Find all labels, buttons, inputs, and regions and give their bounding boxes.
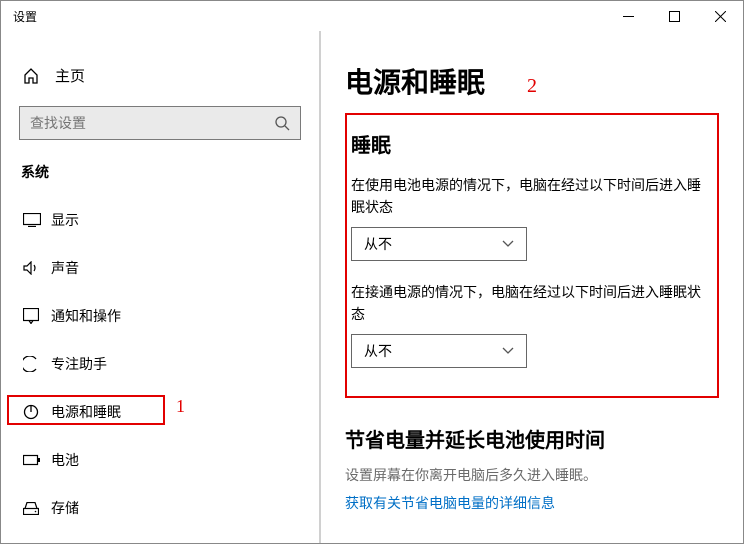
minimize-button[interactable] (605, 1, 651, 31)
desc-battery: 在使用电池电源的情况下，电脑在经过以下时间后进入睡眠状态 (351, 174, 705, 219)
sidebar-item-battery[interactable]: 电池 (1, 436, 319, 484)
save-power-subtext: 设置屏幕在你离开电脑后多久进入睡眠。 (345, 465, 719, 485)
dropdown-value: 从不 (364, 341, 392, 361)
maximize-button[interactable] (651, 1, 697, 31)
power-icon (23, 404, 51, 420)
sidebar: 主页 系统 显示 声音 通知和操作 (1, 31, 321, 543)
window-title: 设置 (13, 8, 37, 25)
search-icon (275, 116, 290, 131)
sidebar-item-power-sleep[interactable]: 电源和睡眠 (1, 388, 319, 436)
sidebar-item-focus[interactable]: 专注助手 (1, 340, 319, 388)
dropdown-battery-sleep[interactable]: 从不 (351, 227, 527, 261)
storage-icon (23, 502, 51, 515)
highlighted-section: 睡眠 在使用电池电源的情况下，电脑在经过以下时间后进入睡眠状态 从不 在接通电源… (345, 113, 719, 398)
sound-icon (23, 261, 51, 275)
sidebar-item-label: 专注助手 (51, 354, 107, 374)
search-field[interactable] (30, 115, 275, 131)
sidebar-item-sound[interactable]: 声音 (1, 244, 319, 292)
content-area: 电源和睡眠 2 睡眠 在使用电池电源的情况下，电脑在经过以下时间后进入睡眠状态 … (321, 31, 743, 543)
battery-icon (23, 454, 51, 466)
sidebar-group-label: 系统 (1, 158, 319, 196)
section-title-sleep: 睡眠 (351, 129, 705, 158)
sidebar-item-storage[interactable]: 存储 (1, 484, 319, 532)
home-icon (23, 68, 39, 84)
notifications-icon (23, 308, 51, 324)
search-input[interactable] (19, 106, 301, 140)
section-title-save-power: 节省电量并延长电池使用时间 (345, 424, 719, 453)
close-button[interactable] (697, 1, 743, 31)
chevron-down-icon (502, 347, 514, 355)
annotation-2: 2 (527, 75, 537, 98)
sidebar-item-label: 电池 (51, 450, 79, 470)
sidebar-item-notifications[interactable]: 通知和操作 (1, 292, 319, 340)
sidebar-item-display[interactable]: 显示 (1, 196, 319, 244)
sidebar-item-label: 声音 (51, 258, 79, 278)
sidebar-home[interactable]: 主页 (1, 53, 319, 98)
chevron-down-icon (502, 240, 514, 248)
dropdown-plugged-sleep[interactable]: 从不 (351, 334, 527, 368)
sidebar-item-label: 通知和操作 (51, 306, 121, 326)
sidebar-item-label: 显示 (51, 210, 79, 230)
titlebar: 设置 (1, 1, 743, 31)
desc-plugged: 在接通电源的情况下，电脑在经过以下时间后进入睡眠状态 (351, 281, 705, 326)
sidebar-item-label: 存储 (51, 498, 79, 518)
save-power-link[interactable]: 获取有关节省电脑电量的详细信息 (345, 493, 719, 513)
focus-icon (23, 356, 51, 372)
display-icon (23, 213, 51, 227)
sidebar-item-label: 电源和睡眠 (51, 402, 121, 422)
annotation-1: 1 (176, 396, 185, 417)
dropdown-value: 从不 (364, 234, 392, 254)
home-label: 主页 (55, 65, 85, 86)
page-title: 电源和睡眠 (345, 61, 485, 101)
